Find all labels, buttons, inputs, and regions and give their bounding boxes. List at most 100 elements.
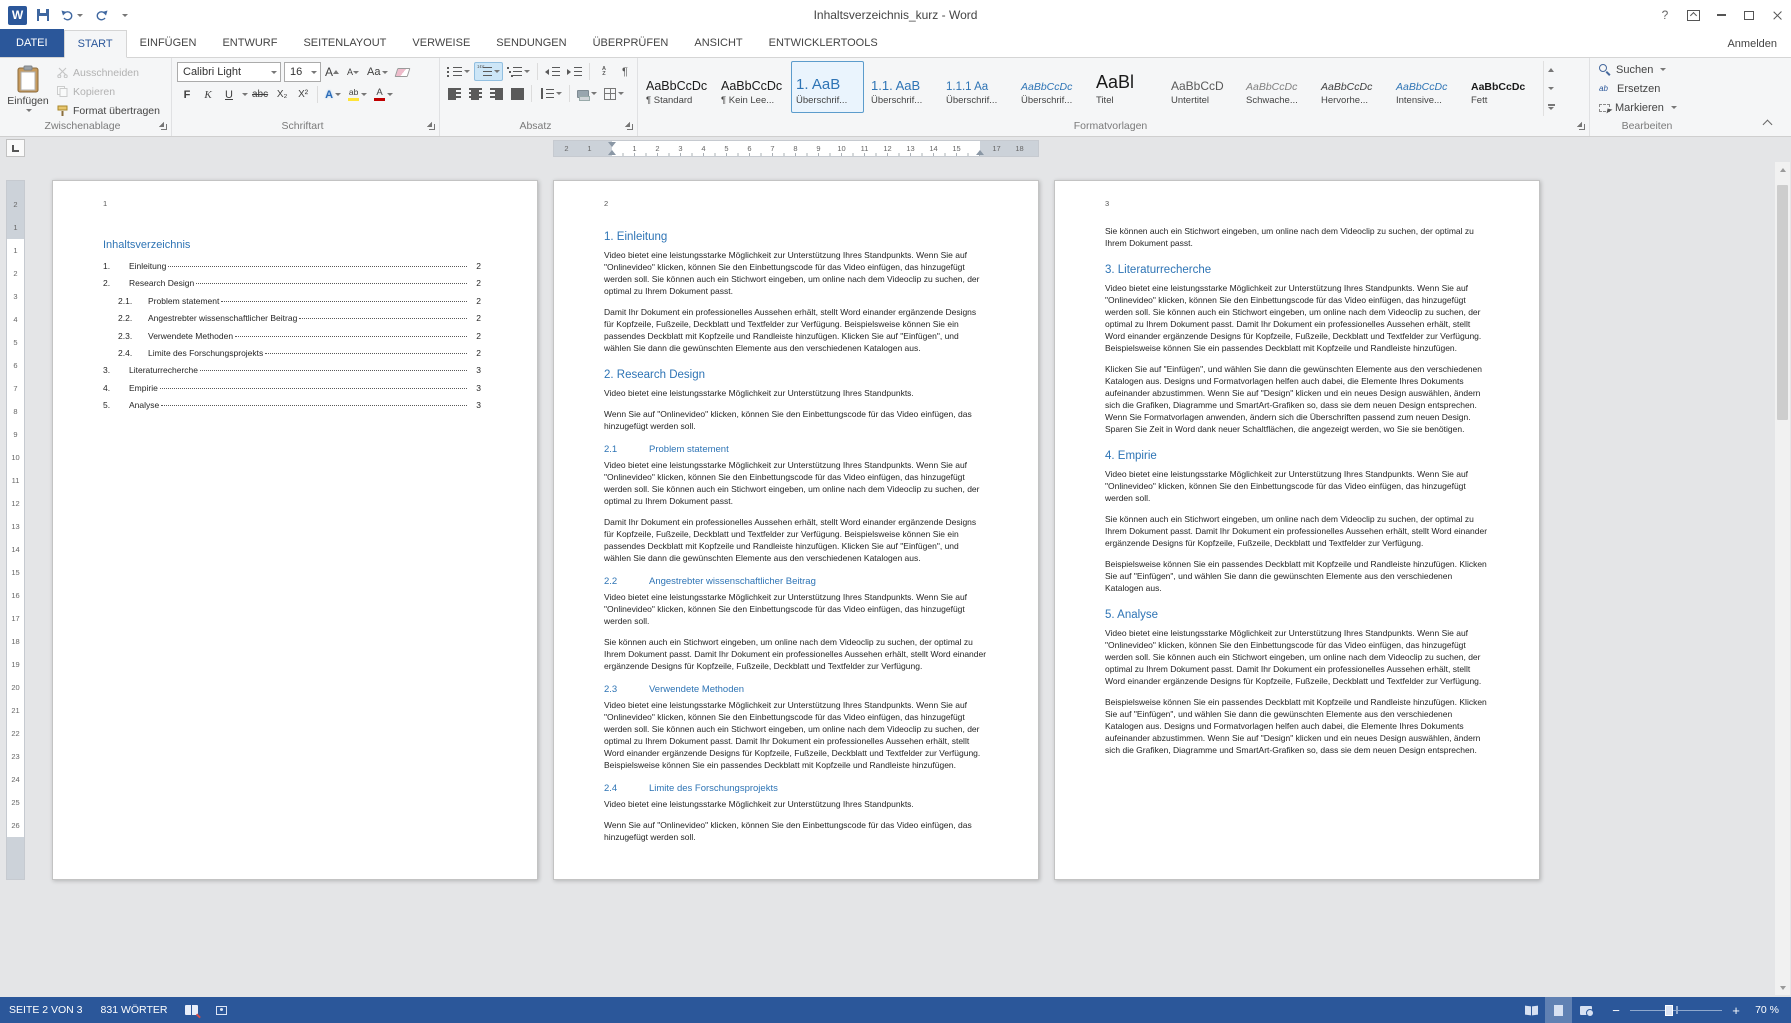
style-card-untertitel[interactable]: AaBbCcDUntertitel	[1166, 61, 1239, 113]
tab-seitenlayout[interactable]: SEITENLAYOUT	[290, 29, 399, 57]
grow-font-button[interactable]: A	[322, 63, 342, 82]
align-left-button[interactable]	[444, 84, 464, 103]
tab-ansicht[interactable]: ANSICHT	[681, 29, 755, 57]
page-indicator[interactable]: SEITE 2 VON 3	[0, 997, 92, 1023]
qat-customize-button[interactable]	[118, 4, 130, 26]
tab-sendungen[interactable]: SENDUNGEN	[483, 29, 579, 57]
right-indent-marker[interactable]	[976, 150, 984, 155]
tab-verweise[interactable]: VERWEISE	[399, 29, 483, 57]
shading-button[interactable]	[574, 84, 600, 103]
style-card-hervorhe-[interactable]: AaBbCcDcHervorhe...	[1316, 61, 1389, 113]
increase-indent-button[interactable]	[564, 62, 585, 81]
style-card-titel[interactable]: AaBlTitel	[1091, 61, 1164, 113]
numbering-button[interactable]	[474, 62, 503, 81]
font-color-button[interactable]: A	[371, 85, 396, 104]
sort-button[interactable]	[594, 62, 614, 81]
word-count[interactable]: 831 WÖRTER	[92, 997, 177, 1023]
toc-entry[interactable]: 4.Empirie3	[103, 383, 481, 400]
style-card-fett[interactable]: AaBbCcDcFett	[1466, 61, 1539, 113]
clipboard-dialog-launcher[interactable]	[158, 121, 168, 131]
toc-entry[interactable]: 5.Analyse3	[103, 400, 481, 417]
superscript-button[interactable]: X²	[293, 85, 313, 104]
subscript-button[interactable]: X₂	[272, 85, 292, 104]
undo-button[interactable]	[59, 4, 85, 26]
toc-entry[interactable]: 2.3.Verwendete Methoden2	[103, 331, 481, 348]
style-card-überschrif-[interactable]: 1. AaBÜberschrif...	[791, 61, 864, 113]
page-1[interactable]: 1 Inhaltsverzeichnis 1.Einleitung22.Rese…	[52, 180, 538, 880]
multilevel-list-button[interactable]	[504, 62, 533, 81]
maximize-button[interactable]	[1735, 0, 1763, 30]
minimize-button[interactable]	[1707, 0, 1735, 30]
gallery-scroll-up-button[interactable]	[1544, 61, 1558, 79]
paste-button[interactable]: Einfügen	[4, 60, 52, 117]
close-button[interactable]	[1763, 0, 1791, 30]
clear-formatting-button[interactable]	[392, 63, 412, 82]
vertical-ruler[interactable]: 21 1234567891011121314151617181920212223…	[6, 180, 25, 880]
style-card-schwache-[interactable]: AaBbCcDcSchwache...	[1241, 61, 1314, 113]
print-layout-button[interactable]	[1545, 997, 1572, 1023]
zoom-out-button[interactable]: −	[1609, 1003, 1623, 1018]
bullets-button[interactable]	[444, 62, 473, 81]
font-size-select[interactable]: 16	[284, 62, 321, 82]
underline-button[interactable]: U	[219, 85, 239, 104]
zoom-slider[interactable]	[1630, 1003, 1722, 1017]
justify-button[interactable]	[507, 84, 527, 103]
redo-button[interactable]	[93, 4, 110, 26]
scrollbar-thumb[interactable]	[1777, 185, 1788, 420]
format-painter-button[interactable]: Format übertragen	[54, 102, 163, 119]
align-center-button[interactable]	[465, 84, 485, 103]
tab-entwicklertools[interactable]: ENTWICKLERTOOLS	[756, 29, 891, 57]
style-card--standard[interactable]: AaBbCcDc¶ Standard	[641, 61, 714, 113]
style-card-überschrif-[interactable]: 1.1. AaBÜberschrif...	[866, 61, 939, 113]
select-button[interactable]: Markieren	[1599, 99, 1677, 116]
collapse-ribbon-button[interactable]	[1759, 116, 1775, 130]
paragraph-dialog-launcher[interactable]	[624, 121, 634, 131]
toc-entry[interactable]: 2.Research Design2	[103, 278, 481, 295]
find-button[interactable]: Suchen	[1599, 61, 1666, 78]
style-card-überschrif-[interactable]: 1.1.1 AaÜberschrif...	[941, 61, 1014, 113]
tab-datei[interactable]: DATEI	[0, 29, 64, 57]
scrollbar-up-button[interactable]	[1775, 162, 1790, 177]
ribbon-display-options-button[interactable]	[1679, 0, 1707, 30]
tab--berpr-fen[interactable]: ÜBERPRÜFEN	[580, 29, 682, 57]
first-line-indent-marker[interactable]	[608, 142, 616, 147]
sign-in-link[interactable]: Anmelden	[1713, 30, 1791, 57]
paragraph-marks-button[interactable]: ¶	[615, 62, 635, 81]
save-button[interactable]	[35, 4, 51, 26]
highlight-button[interactable]: ab	[345, 85, 370, 104]
zoom-slider-thumb[interactable]	[1665, 1005, 1673, 1016]
toc-entry[interactable]: 3.Literaturrecherche3	[103, 365, 481, 382]
toc-entry[interactable]: 2.1.Problem statement2	[103, 296, 481, 313]
styles-dialog-launcher[interactable]	[1576, 121, 1586, 131]
text-effects-button[interactable]: A	[322, 85, 344, 104]
cut-button[interactable]: Ausschneiden	[54, 64, 163, 81]
copy-button[interactable]: Kopieren	[54, 83, 163, 100]
borders-button[interactable]	[601, 84, 627, 103]
macro-record-button[interactable]	[207, 997, 236, 1023]
style-card-überschrif-[interactable]: AaBbCcDcÜberschrif...	[1016, 61, 1089, 113]
scrollbar-track[interactable]	[1775, 177, 1790, 980]
help-button[interactable]: ?	[1651, 0, 1679, 30]
gallery-scroll-down-button[interactable]	[1544, 79, 1558, 97]
word-app-icon[interactable]: W	[8, 6, 27, 25]
strikethrough-button[interactable]: abc	[249, 85, 271, 104]
italic-button[interactable]: K	[198, 85, 218, 104]
toc-entry[interactable]: 2.2.Angestrebter wissenschaftlicher Beit…	[103, 313, 481, 330]
tab-start[interactable]: START	[64, 30, 127, 58]
line-spacing-button[interactable]	[536, 84, 565, 103]
replace-button[interactable]: abErsetzen	[1599, 80, 1660, 97]
vertical-scrollbar[interactable]	[1775, 162, 1790, 995]
toc-entry[interactable]: 2.4.Limite des Forschungsprojekts2	[103, 348, 481, 365]
gallery-more-button[interactable]	[1544, 98, 1558, 116]
zoom-level[interactable]: 70 %	[1753, 1004, 1791, 1016]
style-card-intensive-[interactable]: AaBbCcDcIntensive...	[1391, 61, 1464, 113]
read-mode-button[interactable]	[1518, 997, 1545, 1023]
page-3[interactable]: 3 Sie können auch ein Stichwort eingeben…	[1054, 180, 1540, 880]
tab-entwurf[interactable]: ENTWURF	[209, 29, 290, 57]
scrollbar-down-button[interactable]	[1775, 980, 1790, 995]
font-name-select[interactable]: Calibri Light	[177, 62, 281, 82]
left-indent-marker[interactable]	[608, 150, 616, 155]
align-right-button[interactable]	[486, 84, 506, 103]
toc-entry[interactable]: 1.Einleitung2	[103, 261, 481, 278]
horizontal-ruler[interactable]: 21 123456789101112131415 1718	[553, 140, 1039, 157]
